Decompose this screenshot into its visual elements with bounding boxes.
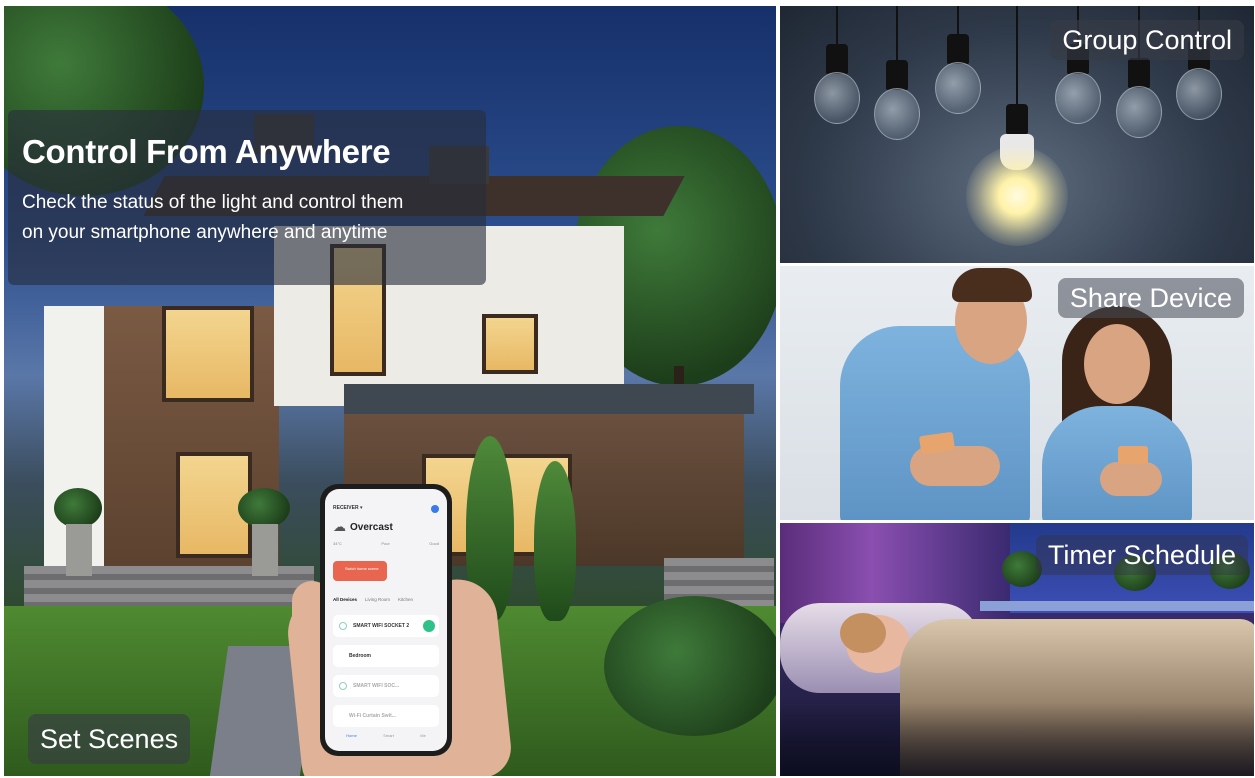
woman-phone	[1118, 446, 1148, 464]
device-card-bedroom[interactable]: Bedroom	[333, 645, 439, 667]
group-control-label: Group Control	[1050, 20, 1244, 60]
cloud-icon: ☁	[333, 519, 346, 534]
device-name: SMART WIFI SOCKET 2	[353, 623, 410, 629]
device-power-icon	[339, 682, 347, 690]
window-upper-left	[162, 306, 254, 402]
nav-smart[interactable]: Smart	[383, 733, 394, 738]
stat-temperature: 34°C	[333, 541, 342, 546]
cypress-right	[534, 461, 576, 621]
potted-plant-left	[54, 488, 102, 528]
nav-me[interactable]: Me	[420, 733, 426, 738]
window-upper-right	[482, 314, 538, 374]
room-tabs: All Devices Living Room Kitchen	[333, 597, 439, 602]
app-header: RECEIVER ▾	[333, 505, 439, 513]
roof-porch	[344, 384, 754, 414]
tab-living-room[interactable]: Living Room	[365, 597, 390, 602]
weather-stats: 34°C Poor Good	[333, 541, 439, 546]
device-card-curtain[interactable]: Wi-Fi Curtain Swit...	[333, 705, 439, 727]
tab-kitchen[interactable]: Kitchen	[398, 597, 413, 602]
device-power-icon	[339, 622, 347, 630]
device-name: Wi-Fi Curtain Swit...	[349, 713, 396, 719]
timer-schedule-panel: Timer Schedule	[780, 523, 1254, 776]
bottom-nav: Home Smart Me	[333, 733, 439, 738]
nav-home[interactable]: Home	[346, 733, 357, 738]
room-name: Bedroom	[349, 653, 371, 659]
stat-air: Poor	[381, 541, 390, 546]
device-name: SMART WIFI SOC...	[353, 683, 400, 689]
weather-row: ☁ Overcast	[333, 519, 439, 535]
bulb-lit	[966, 6, 1068, 246]
smartphone: RECEIVER ▾ ☁ Overcast 34°C Poor Good Swi…	[320, 484, 452, 756]
woman-head	[1084, 324, 1150, 404]
bulb-2	[874, 6, 920, 166]
description-line-2: on your smartphone anywhere and anytime	[22, 222, 388, 243]
control-anywhere-description: Check the status of the light and contro…	[22, 188, 472, 248]
description-line-1: Check the status of the light and contro…	[22, 192, 404, 213]
potted-plant-right	[238, 488, 290, 528]
man-hair	[952, 268, 1032, 302]
tab-all-devices[interactable]: All Devices	[333, 597, 357, 602]
home-selector[interactable]: RECEIVER ▾	[333, 505, 362, 513]
share-device-panel: Share Device	[780, 266, 1254, 520]
bulb-lit-glow	[966, 146, 1068, 246]
scene-button-label: Swich home scene	[345, 566, 379, 571]
device-card-socket[interactable]: SMART WIFI SOCKET 2	[333, 615, 439, 637]
device-toggle[interactable]	[423, 620, 435, 632]
woman-hand	[1100, 462, 1162, 496]
pot-right	[252, 524, 278, 576]
set-scenes-label: Set Scenes	[28, 714, 191, 764]
bulb-3	[935, 6, 981, 136]
control-anywhere-card: Control From Anywhere Check the status o…	[8, 110, 486, 285]
weather-label: Overcast	[350, 521, 393, 533]
pot-left	[66, 524, 92, 576]
shrub-front	[604, 596, 776, 736]
timer-schedule-label: Timer Schedule	[1035, 535, 1248, 575]
scene-button[interactable]: Swich home scene	[333, 561, 387, 581]
bed-shadow	[780, 703, 1254, 776]
bulb-1	[814, 6, 860, 136]
child-hair	[840, 613, 886, 653]
house-panel: Control From Anywhere Check the status o…	[4, 6, 776, 776]
stat-quality: Good	[429, 541, 439, 546]
device-card-socket-2[interactable]: SMART WIFI SOC...	[333, 675, 439, 697]
bulbs-panel: Group Control	[780, 6, 1254, 263]
window-sill	[980, 601, 1254, 611]
add-icon[interactable]	[431, 505, 439, 513]
app-screen: RECEIVER ▾ ☁ Overcast 34°C Poor Good Swi…	[325, 489, 447, 751]
control-anywhere-title: Control From Anywhere	[22, 133, 391, 170]
share-device-label: Share Device	[1057, 278, 1244, 318]
